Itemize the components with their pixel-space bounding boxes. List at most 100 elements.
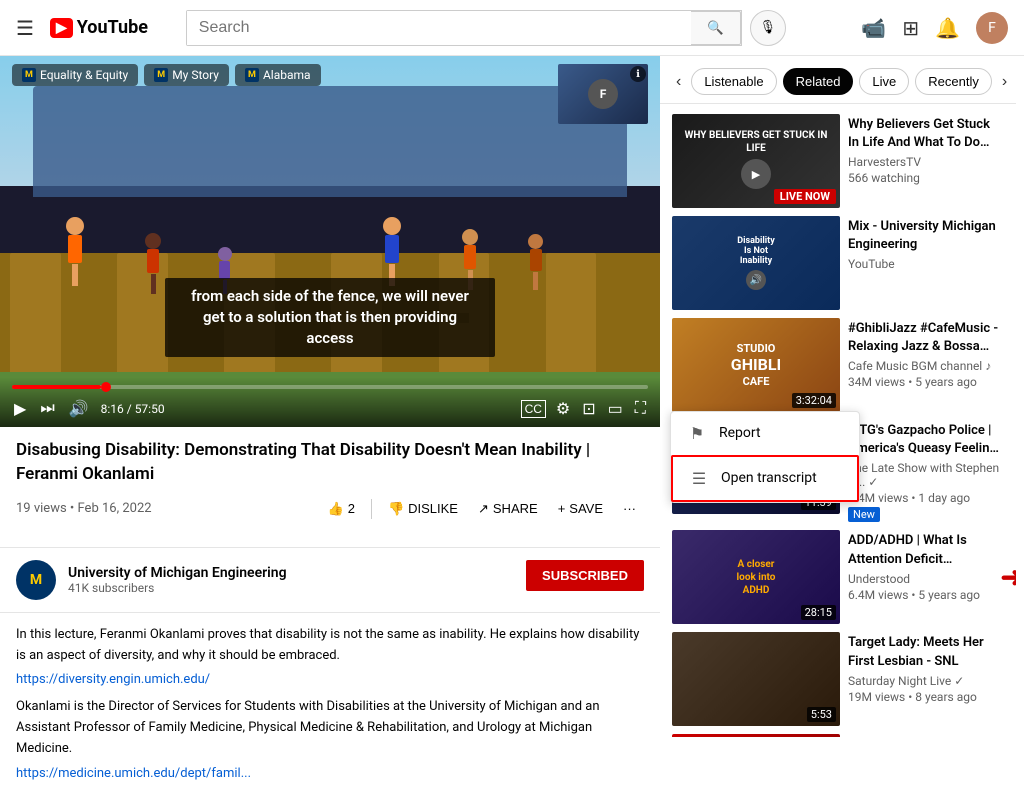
progress-bar[interactable]	[12, 385, 648, 389]
youtube-text: YouTube	[77, 17, 148, 38]
save-button[interactable]: + SAVE	[550, 495, 611, 522]
tab-listenable[interactable]: Listenable	[691, 68, 776, 95]
thumbs-down-icon: 👎	[388, 501, 404, 517]
video-actions: 👍 2 👎 DISLIKE ↗ SHARE + SAVE	[320, 495, 644, 523]
video-caption: from each side of the fence, we will nev…	[165, 278, 495, 357]
tab-next-arrow[interactable]: ›	[998, 71, 1011, 93]
video-duration: 3:32:04	[792, 393, 836, 408]
menu-icon[interactable]: ☰	[16, 16, 34, 40]
progress-dot	[101, 382, 111, 392]
channel-avatar[interactable]: M	[16, 560, 56, 600]
settings-button[interactable]: ⚙	[554, 397, 572, 421]
create-icon[interactable]: 📹	[861, 16, 886, 40]
share-button[interactable]: ↗ SHARE	[470, 495, 546, 523]
related-item[interactable]: 5:53 Target Lady: Meets Her First Lesbia…	[660, 628, 1016, 730]
progress-fill	[12, 385, 101, 389]
description-link-1[interactable]: https://diversity.engin.umich.edu/	[16, 672, 644, 687]
transcript-label: Open transcript	[721, 470, 817, 486]
play-button[interactable]: ▶	[12, 397, 28, 421]
like-button[interactable]: 👍 2	[320, 495, 363, 523]
channel-row: M University of Michigan Engineering 41K…	[0, 547, 660, 613]
related-channel: Saturday Night Live ✓	[848, 674, 1004, 688]
chapter-btn-alabama[interactable]: M Alabama	[235, 64, 321, 86]
related-info: #GhibliJazz #CafeMusic - Relaxing Jazz &…	[848, 318, 1004, 412]
m-logo-icon2: M	[154, 68, 168, 82]
next-button[interactable]: ⏭	[38, 398, 56, 420]
related-views: 34M views • 5 years ago	[848, 375, 1004, 389]
description-text-1: In this lecture, Feranmi Okanlami proves…	[16, 625, 644, 667]
info-badge-icon: ℹ	[630, 66, 646, 82]
sidebar: ‹ Listenable Related Live Recently › WHY…	[660, 56, 1016, 803]
related-channel: Understood	[848, 572, 1004, 586]
header: ☰ ▶ YouTube 🔍 🎙 📹 ⊞ 🔔 F	[0, 0, 1024, 56]
youtube-play-icon: ▶	[50, 18, 73, 38]
related-title: ADD/ADHD | What Is Attention Deficit Hyp…	[848, 532, 1004, 568]
miniplayer-button[interactable]: ⊡	[580, 397, 597, 421]
related-item[interactable]: A closerlook intoADHD 28:15 ADD/ADHD | W…	[660, 526, 1016, 628]
chapter-label-mystory: My Story	[172, 68, 219, 82]
related-info: ADD/ADHD | What Is Attention Deficit Hyp…	[848, 530, 1004, 624]
chapter-btn-mystory[interactable]: M My Story	[144, 64, 229, 86]
video-duration: 28:15	[801, 605, 836, 620]
related-info: MTG's Gazpacho Police | America's Queasy…	[848, 420, 1004, 522]
related-thumb: 5:53	[672, 632, 840, 726]
related-item[interactable]: SNL 8:37 Ingraham Angle Cold Open - SNL …	[660, 730, 1016, 737]
related-item[interactable]: WHY BELIEVERS GET STUCK IN LIFE ▶ LIVE N…	[660, 110, 1016, 212]
chapter-label-equity: Equality & Equity	[40, 68, 128, 82]
tab-recently[interactable]: Recently	[915, 68, 992, 95]
video-title: Disabusing Disability: Demonstrating Tha…	[16, 439, 644, 487]
related-item[interactable]: STUDIOGHIBLICAFE 3:32:04 #GhibliJazz #Ca…	[660, 314, 1016, 416]
related-item[interactable]: DisabilityIs NotInability 🔊 Mix - Univer…	[660, 212, 1016, 314]
channel-subscribers: 41K subscribers	[68, 581, 287, 595]
save-icon: +	[558, 501, 566, 516]
related-channel: HarvestersTV	[848, 155, 1004, 169]
header-left: ☰ ▶ YouTube	[16, 16, 148, 40]
related-title: Target Lady: Meets Her First Lesbian - S…	[848, 634, 1004, 670]
context-menu-report[interactable]: ⚑ Report	[671, 412, 859, 455]
related-title: Why Believers Get Stuck In Life And What…	[848, 116, 1004, 152]
tab-related[interactable]: Related	[783, 68, 854, 95]
search-button[interactable]: 🔍	[691, 11, 741, 45]
related-views: 19M views • 8 years ago	[848, 690, 1004, 704]
new-badge: New	[848, 507, 880, 522]
related-thumb: A closerlook intoADHD 28:15	[672, 530, 840, 624]
controls-row: ▶ ⏭ 🔊 8:16 / 57:50 CC ⚙ ⊡ ▭ ⛶	[12, 397, 648, 421]
video-duration: 5:53	[807, 707, 836, 722]
related-title: Mix - University Michigan Engineering	[848, 218, 1004, 254]
tab-prev-arrow[interactable]: ‹	[672, 71, 685, 93]
theater-button[interactable]: ▭	[606, 397, 625, 421]
subscribe-button[interactable]: SUBSCRIBED	[526, 560, 644, 591]
related-thumb: DisabilityIs NotInability 🔊	[672, 216, 840, 310]
more-button[interactable]: ···	[615, 495, 644, 522]
related-views: 6.4M views • 5 years ago	[848, 588, 1004, 602]
fullscreen-button[interactable]: ⛶	[633, 398, 648, 420]
volume-button[interactable]: 🔊	[67, 397, 91, 421]
corner-thumbnail[interactable]: F ℹ	[558, 64, 648, 124]
avatar[interactable]: F	[976, 12, 1008, 44]
search-icon: 🔍	[707, 20, 724, 35]
mic-button[interactable]: 🎙	[750, 10, 786, 46]
search-bar: 🔍	[186, 10, 742, 46]
controls-right: CC ⚙ ⊡ ▭ ⛶	[521, 397, 648, 421]
mic-icon: 🎙	[760, 20, 777, 35]
chapter-buttons: M Equality & Equity M My Story M Alabama	[12, 64, 321, 86]
context-menu-transcript[interactable]: ☰ Open transcript	[671, 455, 859, 502]
video-player-wrapper: from each side of the fence, we will nev…	[0, 56, 660, 427]
related-channel: The Late Show with Stephen C... ✓	[848, 461, 1004, 489]
tab-live[interactable]: Live	[859, 68, 909, 95]
video-player[interactable]: from each side of the fence, we will nev…	[0, 56, 660, 427]
context-menu: ⚑ Report ☰ Open transcript	[670, 411, 860, 503]
description-link-2[interactable]: https://medicine.umich.edu/dept/famil...	[16, 766, 644, 781]
search-input[interactable]	[187, 11, 691, 45]
bell-icon[interactable]: 🔔	[935, 16, 960, 40]
dislike-button[interactable]: 👎 DISLIKE	[380, 495, 466, 523]
channel-details: University of Michigan Engineering 41K s…	[68, 565, 287, 595]
search-area: 🔍 🎙	[186, 10, 786, 46]
youtube-logo[interactable]: ▶ YouTube	[50, 17, 148, 38]
apps-icon[interactable]: ⊞	[902, 16, 919, 40]
channel-info: M University of Michigan Engineering 41K…	[16, 560, 287, 600]
chapter-btn-equity[interactable]: M Equality & Equity	[12, 64, 138, 86]
related-title: #GhibliJazz #CafeMusic - Relaxing Jazz &…	[848, 320, 1004, 356]
subtitles-button[interactable]: CC	[521, 400, 546, 418]
related-info: Why Believers Get Stuck In Life And What…	[848, 114, 1004, 208]
